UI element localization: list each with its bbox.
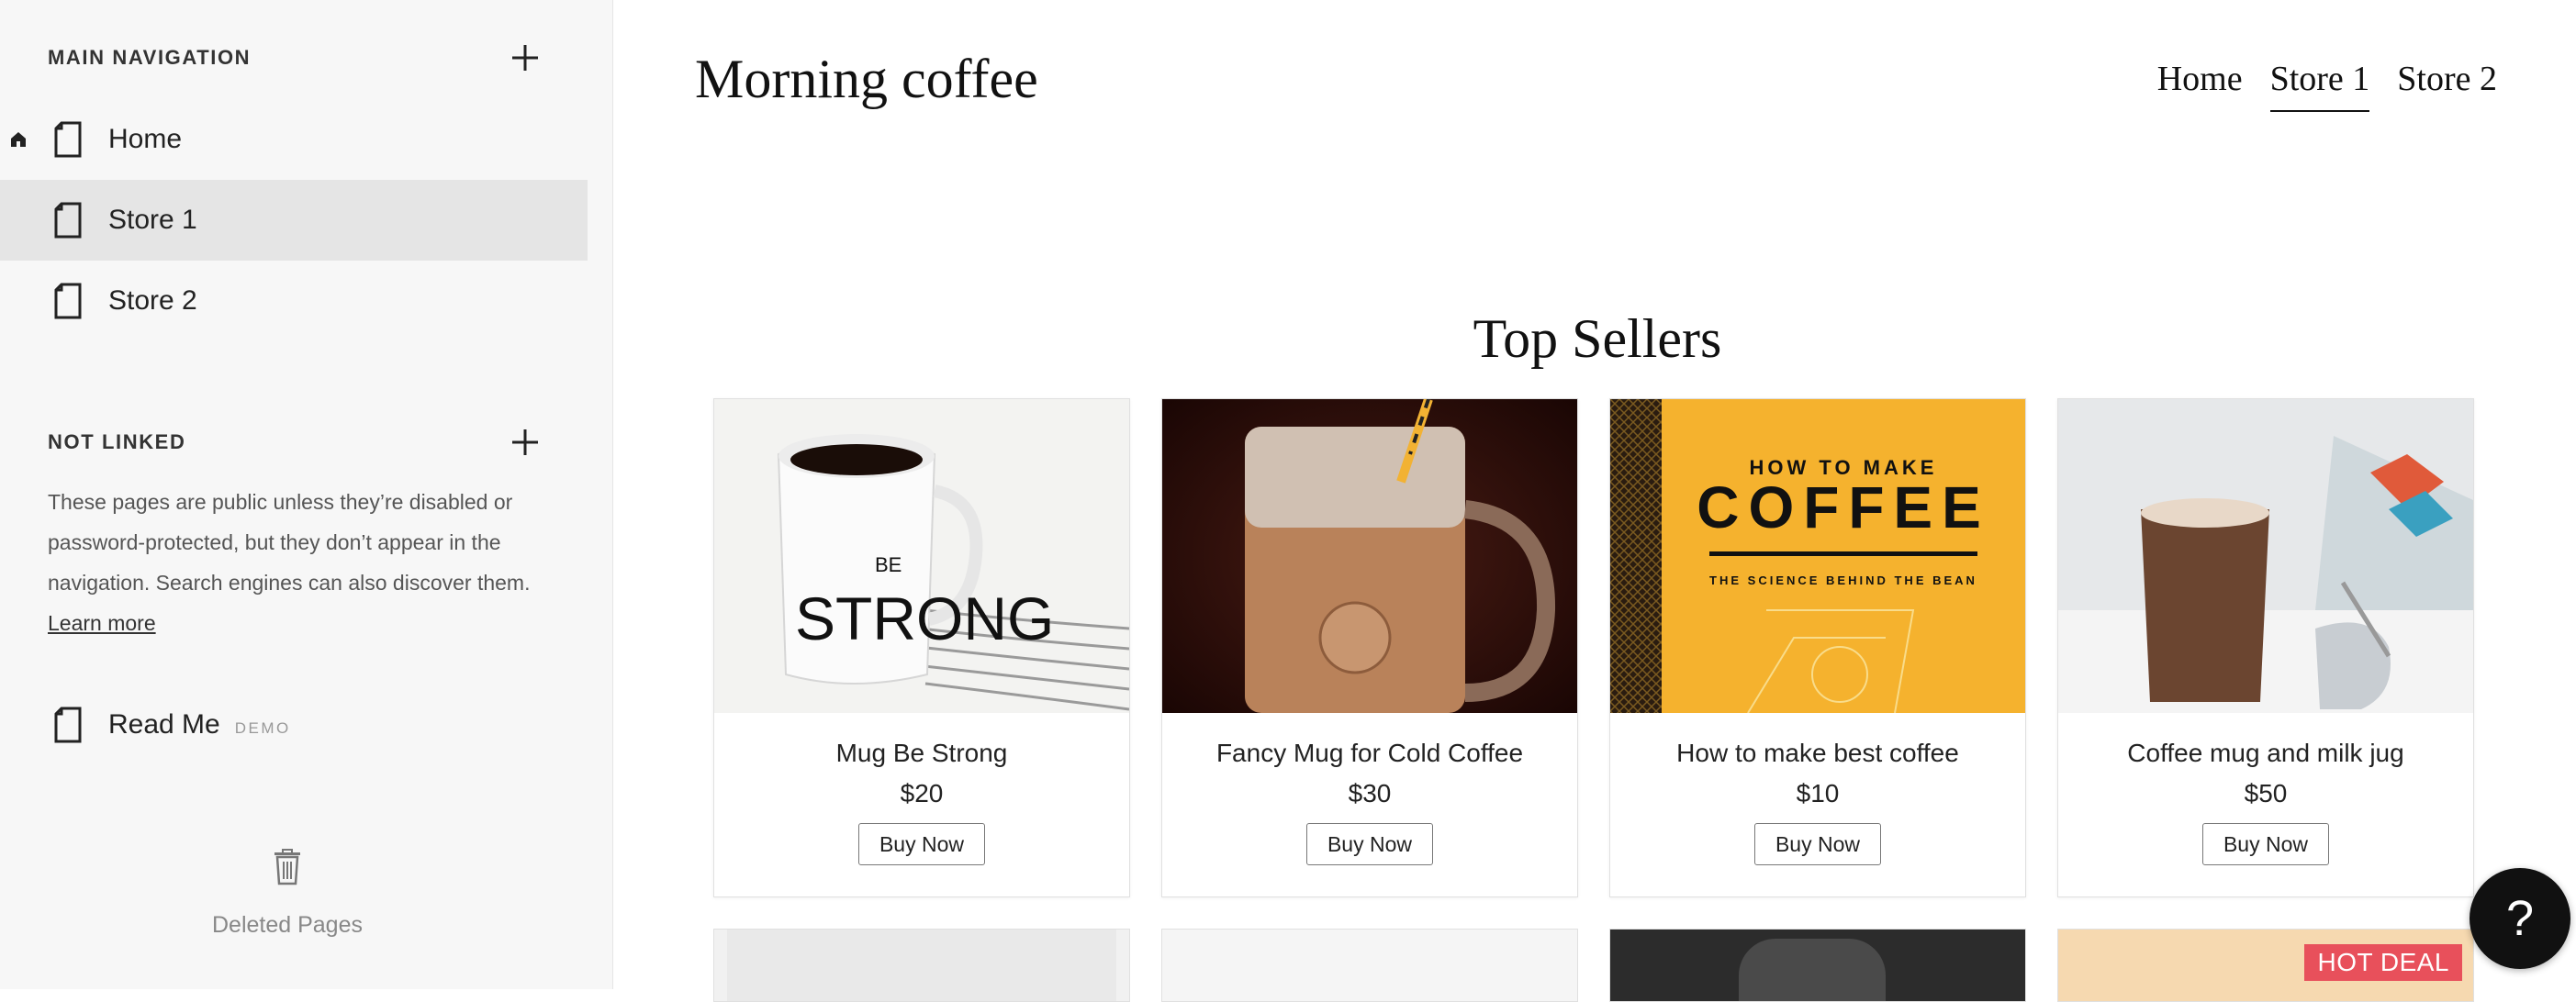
product-name: Mug Be Strong	[835, 739, 1008, 767]
product-card-partial[interactable]	[1161, 929, 1578, 1002]
sidebar-item-label: Home	[108, 124, 183, 154]
sidebar-item-label: Read Me DEMO	[108, 709, 291, 740]
page-icon	[54, 283, 82, 319]
page-icon	[54, 202, 82, 239]
product-card-partial[interactable]: HOT DEAL	[2057, 929, 2474, 1002]
site-nav-store-2[interactable]: Store 2	[2397, 59, 2497, 112]
not-linked-header: NOT LINKED	[48, 424, 543, 461]
site-nav-store-1[interactable]: Store 1	[2269, 59, 2370, 112]
sidebar-item-label: Store 1	[108, 205, 197, 235]
product-price: $20	[900, 779, 944, 807]
product-image-partial	[1739, 939, 1886, 1001]
product-name: Fancy Mug for Cold Coffee	[1215, 739, 1524, 767]
hot-deal-badge: HOT DEAL	[2304, 944, 2462, 981]
product-card-partial[interactable]	[713, 929, 1130, 1002]
book-line-2: COFFEE	[1697, 474, 1990, 540]
demo-tag: DEMO	[234, 719, 291, 737]
site-nav-home[interactable]: Home	[2157, 59, 2243, 112]
not-linked-description: These pages are public unless they’re di…	[48, 482, 543, 643]
product-image-white-mug: BE STRONG	[714, 399, 1129, 713]
buy-now-button[interactable]: Buy Now	[858, 823, 985, 865]
sidebar-item-store-2[interactable]: Store 2	[0, 261, 588, 341]
deleted-pages-link[interactable]: Deleted Pages	[184, 912, 391, 939]
product-image-iced-coffee	[1162, 399, 1577, 713]
product-price: $30	[1348, 779, 1392, 807]
pages-sidebar: MAIN NAVIGATION Home Store 1 Store 2 NOT…	[0, 0, 613, 989]
trash-icon[interactable]	[272, 849, 303, 885]
buy-now-button[interactable]: Buy Now	[1306, 823, 1433, 865]
main-navigation-title: MAIN NAVIGATION	[48, 46, 252, 69]
not-linked-description-text: These pages are public unless they’re di…	[48, 490, 531, 595]
product-price: $10	[1796, 779, 1840, 807]
sidebar-item-read-me[interactable]: Read Me DEMO	[0, 685, 588, 765]
read-me-label: Read Me	[108, 709, 220, 740]
top-sellers-heading: Top Sellers	[1473, 308, 1722, 369]
site-navigation: Home Store 1 Store 2	[2157, 59, 2497, 112]
product-card[interactable]: HOW TO MAKE COFFEE THE SCIENCE BEHIND TH…	[1609, 398, 2026, 897]
page-icon	[54, 121, 82, 158]
learn-more-link[interactable]: Learn more	[48, 611, 156, 635]
product-image-coffee-book: HOW TO MAKE COFFEE THE SCIENCE BEHIND TH…	[1610, 399, 2025, 713]
product-name: Coffee mug and milk jug	[2127, 739, 2404, 767]
main-navigation-header: MAIN NAVIGATION	[48, 39, 543, 76]
add-page-button[interactable]	[507, 39, 543, 76]
sidebar-item-home[interactable]: Home	[0, 99, 588, 180]
product-name: How to make best coffee	[1676, 739, 1959, 767]
product-price: $50	[2244, 779, 2288, 807]
buy-now-button[interactable]: Buy Now	[2202, 823, 2329, 865]
product-card[interactable]: BE STRONG Mug Be Strong $20 Buy Now	[713, 398, 1130, 897]
site-title[interactable]: Morning coffee	[695, 48, 1038, 111]
not-linked-title: NOT LINKED	[48, 430, 186, 453]
buy-now-button[interactable]: Buy Now	[1754, 823, 1881, 865]
product-card[interactable]: Coffee mug and milk jug $50 Buy Now	[2057, 398, 2474, 897]
mug-text-strong: STRONG	[795, 584, 1054, 652]
book-line-3: THE SCIENCE BEHIND THE BEAN	[1709, 573, 1977, 587]
add-unlinked-page-button[interactable]	[507, 424, 543, 461]
sidebar-item-label: Store 2	[108, 285, 197, 316]
page-icon	[54, 707, 82, 743]
product-card[interactable]: Fancy Mug for Cold Coffee $30 Buy Now	[1161, 398, 1578, 897]
sidebar-item-store-1[interactable]: Store 1	[0, 180, 588, 261]
product-image-latte-glass	[2058, 399, 2473, 713]
product-card-partial[interactable]	[1609, 929, 2026, 1002]
mug-text-be: BE	[875, 553, 902, 576]
product-image-partial	[727, 930, 1116, 1001]
help-button[interactable]: ?	[2470, 868, 2570, 969]
home-icon	[11, 132, 26, 147]
